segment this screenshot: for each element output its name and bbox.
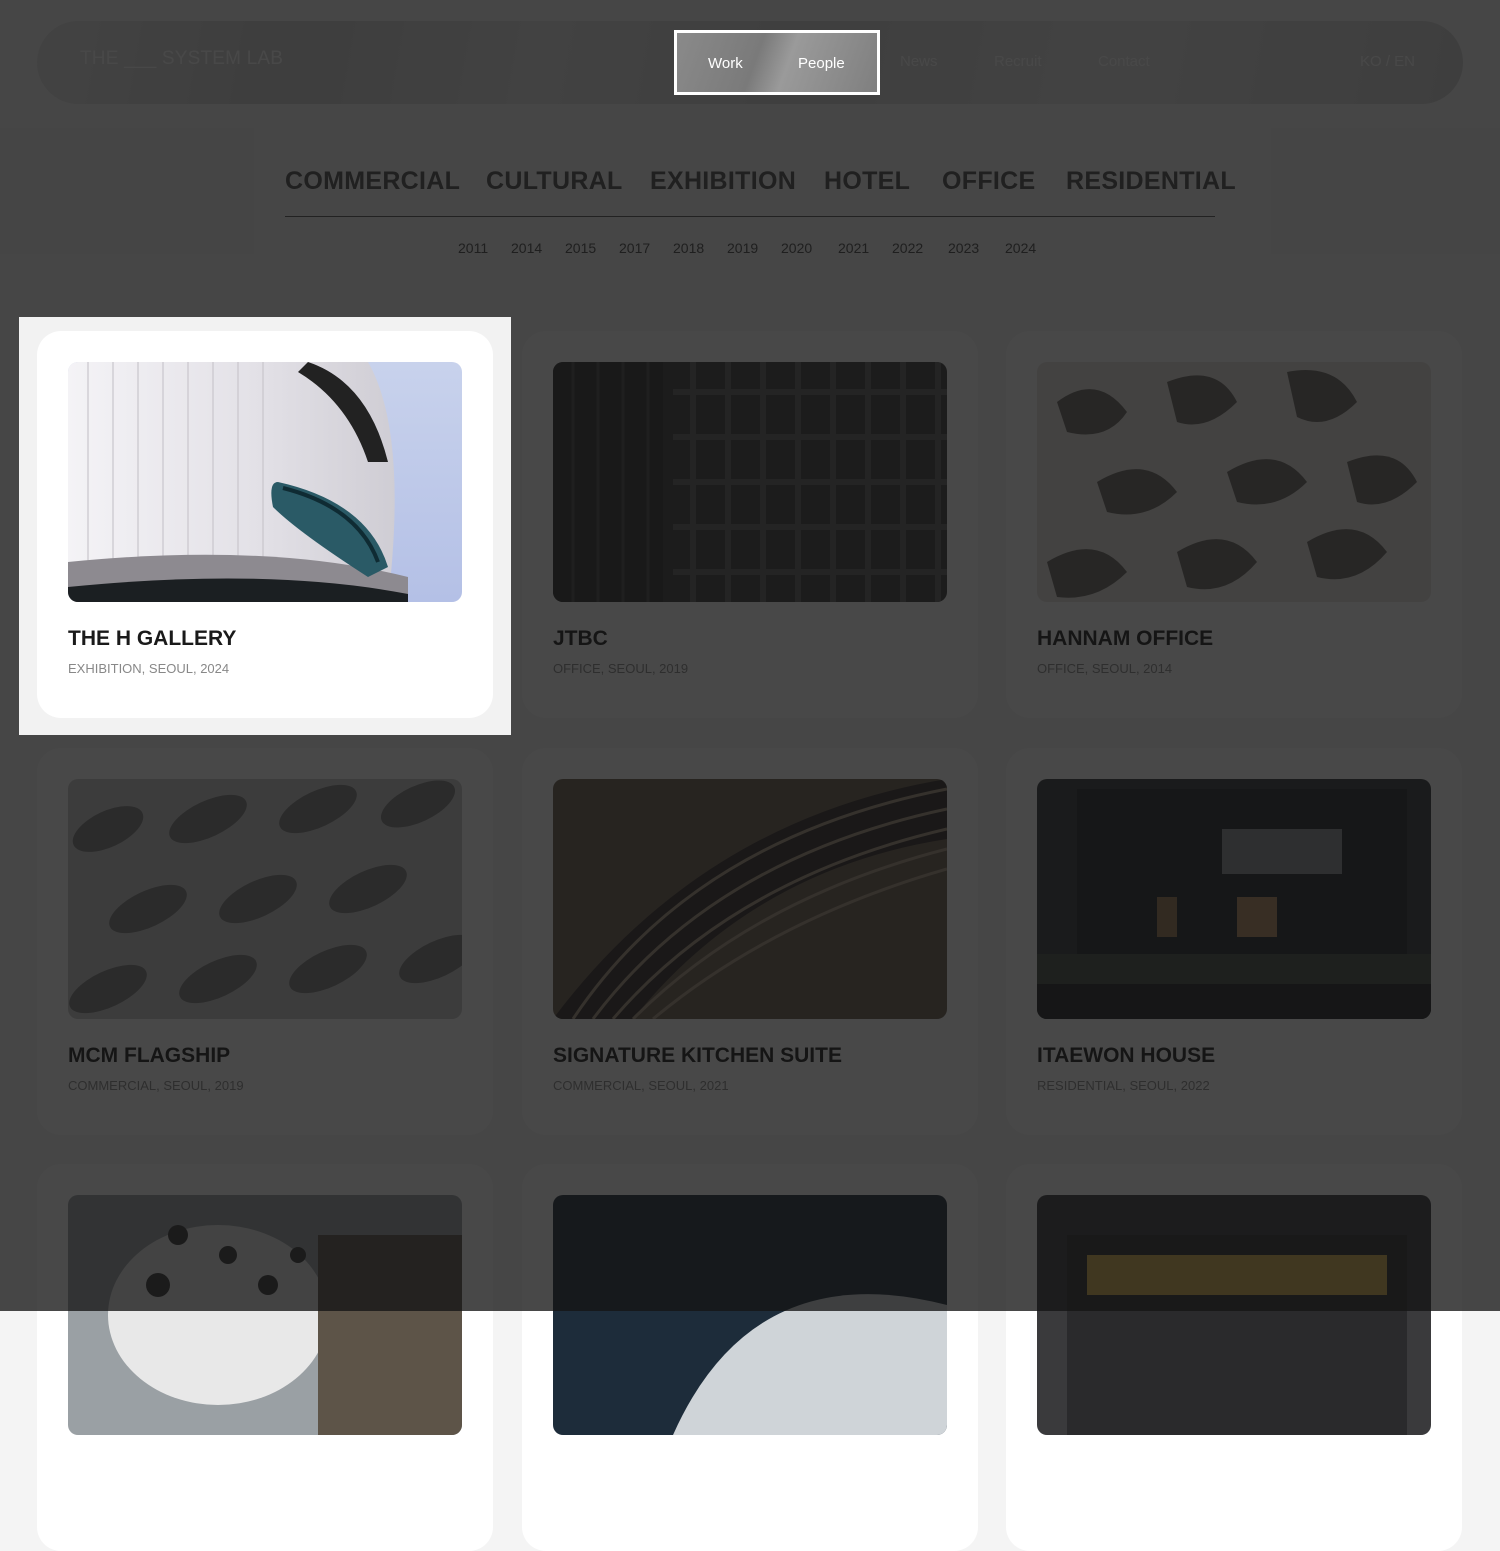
project-title: ITAEWON HOUSE bbox=[1037, 1044, 1216, 1067]
project-image bbox=[553, 779, 947, 1019]
project-image bbox=[68, 362, 462, 602]
nav-work-highlighted[interactable]: Work bbox=[708, 55, 743, 72]
category-commercial[interactable]: COMMERCIAL bbox=[285, 167, 460, 196]
category-divider bbox=[285, 216, 1215, 217]
project-card-mcm-flagship[interactable]: MCM FLAGSHIP COMMERCIAL, SEOUL, 2019 bbox=[37, 748, 493, 1135]
project-card-hannam-office[interactable]: HANNAM OFFICE OFFICE, SEOUL, 2014 bbox=[1006, 331, 1462, 718]
project-title: SIGNATURE KITCHEN SUITE bbox=[553, 1044, 842, 1067]
project-card-the-h-gallery[interactable]: THE H GALLERY EXHIBITION, SEOUL, 2024 bbox=[37, 331, 493, 718]
year-2019[interactable]: 2019 bbox=[727, 240, 758, 256]
project-title: HANNAM OFFICE bbox=[1037, 627, 1214, 650]
nav-contact[interactable]: Contact bbox=[1098, 53, 1150, 70]
category-hotel[interactable]: HOTEL bbox=[824, 167, 910, 196]
project-meta: COMMERCIAL, SEOUL, 2019 bbox=[68, 1078, 244, 1093]
year-2024[interactable]: 2024 bbox=[1005, 240, 1036, 256]
project-image bbox=[553, 1195, 947, 1435]
project-image bbox=[553, 362, 947, 602]
language-switch[interactable]: KO / EN bbox=[1360, 53, 1415, 70]
project-card-row3-1[interactable] bbox=[37, 1164, 493, 1551]
project-title: MCM FLAGSHIP bbox=[68, 1044, 231, 1067]
category-exhibition[interactable]: EXHIBITION bbox=[650, 167, 796, 196]
nav-people-highlighted[interactable]: People bbox=[798, 55, 845, 72]
project-card-jtbc[interactable]: JTBC OFFICE, SEOUL, 2019 bbox=[522, 331, 978, 718]
project-meta: OFFICE, SEOUL, 2019 bbox=[553, 661, 689, 676]
project-card-row3-3[interactable] bbox=[1006, 1164, 1462, 1551]
project-image bbox=[68, 1195, 462, 1435]
category-office[interactable]: OFFICE bbox=[942, 167, 1035, 196]
highlighted-card-frame: THE H GALLERY EXHIBITION, SEOUL, 2024 bbox=[19, 317, 511, 735]
year-2015[interactable]: 2015 bbox=[565, 240, 596, 256]
project-card-row3-2[interactable] bbox=[522, 1164, 978, 1551]
category-filter: COMMERCIAL CULTURAL EXHIBITION HOTEL OFF… bbox=[0, 167, 1500, 203]
project-title: THE H GALLERY bbox=[68, 627, 237, 650]
project-meta: COMMERCIAL, SEOUL, 2021 bbox=[553, 1078, 729, 1093]
category-residential[interactable]: RESIDENTIAL bbox=[1066, 167, 1236, 196]
project-meta: OFFICE, SEOUL, 2014 bbox=[1037, 661, 1173, 676]
year-2021[interactable]: 2021 bbox=[838, 240, 869, 256]
highlighted-nav-group: Work People bbox=[674, 30, 880, 95]
year-2022[interactable]: 2022 bbox=[892, 240, 923, 256]
nav-recruit[interactable]: Recruit bbox=[994, 53, 1042, 70]
project-image bbox=[1037, 779, 1431, 1019]
project-title: JTBC bbox=[553, 627, 608, 650]
page: THE ___ SYSTEM LAB Work People News Recr… bbox=[0, 0, 1500, 1551]
project-image bbox=[1037, 1195, 1431, 1435]
year-2014[interactable]: 2014 bbox=[511, 240, 542, 256]
nav-news[interactable]: News bbox=[900, 53, 938, 70]
project-image bbox=[1037, 362, 1431, 602]
project-meta: EXHIBITION, SEOUL, 2024 bbox=[68, 661, 230, 676]
project-card-itaewon-house[interactable]: ITAEWON HOUSE RESIDENTIAL, SEOUL, 2022 bbox=[1006, 748, 1462, 1135]
site-logo[interactable]: THE ___ SYSTEM LAB bbox=[80, 48, 283, 70]
year-2020[interactable]: 2020 bbox=[781, 240, 812, 256]
year-2018[interactable]: 2018 bbox=[673, 240, 704, 256]
year-2011[interactable]: 2011 bbox=[458, 240, 488, 256]
project-meta: RESIDENTIAL, SEOUL, 2022 bbox=[1037, 1078, 1210, 1093]
project-card-signature-kitchen-suite[interactable]: SIGNATURE KITCHEN SUITE COMMERCIAL, SEOU… bbox=[522, 748, 978, 1135]
project-image bbox=[68, 779, 462, 1019]
year-2023[interactable]: 2023 bbox=[948, 240, 979, 256]
category-cultural[interactable]: CULTURAL bbox=[486, 167, 623, 196]
year-2017[interactable]: 2017 bbox=[619, 240, 650, 256]
